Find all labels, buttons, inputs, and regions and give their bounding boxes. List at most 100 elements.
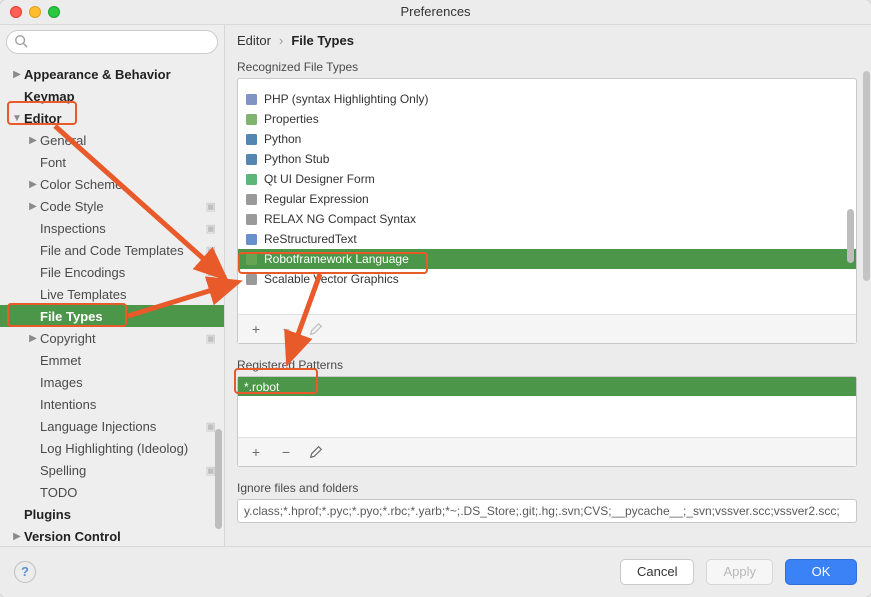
sidebar-item-file-types[interactable]: File Types bbox=[0, 305, 224, 327]
project-config-icon: ▣ bbox=[206, 464, 216, 477]
sidebar-item-images[interactable]: Images bbox=[0, 371, 224, 393]
sidebar-item-label: Editor bbox=[24, 111, 62, 126]
file-types-list[interactable]: PHP (syntax Highlighting Only) Properties… bbox=[238, 79, 856, 314]
file-type-label: Scalable Vector Graphics bbox=[264, 272, 399, 286]
sidebar-item-color-scheme[interactable]: ▶Color Scheme bbox=[0, 173, 224, 195]
file-type-icon bbox=[244, 92, 258, 106]
sidebar-item-intentions[interactable]: Intentions bbox=[0, 393, 224, 415]
remove-pattern-button[interactable]: − bbox=[278, 444, 294, 460]
ignore-label: Ignore files and folders bbox=[225, 467, 857, 499]
file-type-row[interactable]: PHP (syntax Highlighting Only) bbox=[238, 89, 856, 109]
edit-pattern-button[interactable] bbox=[308, 444, 324, 460]
sidebar-item-label: Code Style bbox=[40, 199, 104, 214]
sidebar-item-code-style[interactable]: ▶Code Style▣ bbox=[0, 195, 224, 217]
file-type-label: PHP (syntax Highlighting Only) bbox=[264, 92, 429, 106]
sidebar-item-plugins[interactable]: Plugins bbox=[0, 503, 224, 525]
file-type-row[interactable]: Python Stub bbox=[238, 149, 856, 169]
project-config-icon: ▣ bbox=[206, 420, 216, 433]
file-type-icon bbox=[244, 212, 258, 226]
file-type-label: RELAX NG Compact Syntax bbox=[264, 212, 416, 226]
sidebar-item-label: Emmet bbox=[40, 353, 81, 368]
breadcrumb-editor[interactable]: Editor bbox=[237, 33, 271, 48]
window-title: Preferences bbox=[400, 4, 470, 19]
sidebar-item-emmet[interactable]: Emmet bbox=[0, 349, 224, 371]
sidebar-item-label: Log Highlighting (Ideolog) bbox=[40, 441, 188, 456]
sidebar-item-spelling[interactable]: Spelling ▣ bbox=[0, 459, 224, 481]
add-pattern-button[interactable]: + bbox=[248, 444, 264, 460]
window-close-button[interactable] bbox=[10, 6, 22, 18]
sidebar-item-label: File Types bbox=[40, 309, 103, 324]
sidebar-item-inspections[interactable]: Inspections▣ bbox=[0, 217, 224, 239]
chevron-right-icon: ▶ bbox=[10, 69, 24, 80]
sidebar-item-label: File Encodings bbox=[40, 265, 125, 280]
ignore-input[interactable] bbox=[237, 499, 857, 523]
chevron-right-icon: ▶ bbox=[10, 531, 24, 542]
sidebar-item-general[interactable]: ▶General bbox=[0, 129, 224, 151]
sidebar-item-appearance-behavior[interactable]: ▶Appearance & Behavior bbox=[0, 63, 224, 85]
pattern-row[interactable]: *.robot bbox=[238, 377, 856, 396]
breadcrumb: Editor › File Types bbox=[225, 25, 857, 54]
sidebar-item-label: Version Control bbox=[24, 529, 121, 544]
sidebar-item-todo[interactable]: TODO bbox=[0, 481, 224, 503]
sidebar-item-copyright[interactable]: ▶Copyright▣ bbox=[0, 327, 224, 349]
sidebar-item-label: Plugins bbox=[24, 507, 71, 522]
window-zoom-button[interactable] bbox=[48, 6, 60, 18]
project-config-icon: ▣ bbox=[206, 222, 216, 235]
sidebar-item-label: Color Scheme bbox=[40, 177, 122, 192]
sidebar-item-language-injections[interactable]: Language Injections ▣ bbox=[0, 415, 224, 437]
search-box bbox=[6, 30, 218, 54]
sidebar-item-editor[interactable]: ▼Editor bbox=[0, 107, 224, 129]
file-type-label: ReStructuredText bbox=[264, 232, 357, 246]
sidebar-item-label: Spelling bbox=[40, 463, 86, 478]
chevron-right-icon: › bbox=[279, 33, 283, 48]
file-type-row[interactable]: Python bbox=[238, 129, 856, 149]
sidebar-item-live-templates[interactable]: Live Templates bbox=[0, 283, 224, 305]
sidebar-item-font[interactable]: Font bbox=[0, 151, 224, 173]
sidebar-item-keymap[interactable]: Keymap bbox=[0, 85, 224, 107]
help-button[interactable]: ? bbox=[14, 561, 36, 583]
file-type-label: Python Stub bbox=[264, 152, 329, 166]
file-type-icon bbox=[244, 112, 258, 126]
sidebar-item-log-highlighting-ideolog-[interactable]: Log Highlighting (Ideolog) bbox=[0, 437, 224, 459]
sidebar-item-label: Language Injections bbox=[40, 419, 156, 434]
file-type-icon bbox=[244, 252, 258, 266]
search-input[interactable] bbox=[6, 30, 218, 54]
file-type-icon bbox=[244, 272, 258, 286]
main-panel: Editor › File Types Recognized File Type… bbox=[225, 25, 871, 546]
main-scrollbar[interactable] bbox=[863, 71, 870, 281]
sidebar-item-label: Font bbox=[40, 155, 66, 170]
sidebar-item-file-encodings[interactable]: File Encodings ▣ bbox=[0, 261, 224, 283]
sidebar-item-label: Intentions bbox=[40, 397, 96, 412]
preferences-sidebar: ▶Appearance & BehaviorKeymap▼Editor▶Gene… bbox=[0, 25, 225, 546]
sidebar-item-label: TODO bbox=[40, 485, 77, 500]
add-file-type-button[interactable]: + bbox=[248, 321, 264, 337]
chevron-right-icon: ▶ bbox=[26, 135, 40, 146]
file-type-label: Regular Expression bbox=[264, 192, 369, 206]
file-types-scrollbar[interactable] bbox=[847, 209, 854, 263]
edit-file-type-button[interactable] bbox=[308, 321, 324, 337]
pencil-icon bbox=[309, 445, 323, 459]
titlebar: Preferences bbox=[0, 0, 871, 24]
file-type-row[interactable]: Scalable Vector Graphics bbox=[238, 269, 856, 289]
file-type-row[interactable]: Regular Expression bbox=[238, 189, 856, 209]
project-config-icon: ▣ bbox=[206, 266, 216, 279]
settings-tree[interactable]: ▶Appearance & BehaviorKeymap▼Editor▶Gene… bbox=[0, 59, 224, 546]
window-minimize-button[interactable] bbox=[29, 6, 41, 18]
file-type-row[interactable]: Properties bbox=[238, 109, 856, 129]
search-icon bbox=[14, 34, 28, 48]
cancel-button[interactable]: Cancel bbox=[620, 559, 694, 585]
breadcrumb-file-types: File Types bbox=[291, 33, 354, 48]
file-type-icon bbox=[244, 232, 258, 246]
patterns-toolbar: + − bbox=[238, 437, 856, 466]
file-type-row[interactable]: ReStructuredText bbox=[238, 229, 856, 249]
remove-file-type-button[interactable]: − bbox=[278, 321, 294, 337]
sidebar-item-file-and-code-templates[interactable]: File and Code Templates▣ bbox=[0, 239, 224, 261]
project-config-icon: ▣ bbox=[206, 332, 216, 345]
file-type-row[interactable]: RELAX NG Compact Syntax bbox=[238, 209, 856, 229]
ok-button[interactable]: OK bbox=[785, 559, 857, 585]
file-type-row[interactable]: Robotframework Language bbox=[238, 249, 856, 269]
patterns-list[interactable]: *.robot bbox=[238, 377, 856, 437]
sidebar-item-version-control[interactable]: ▶Version Control bbox=[0, 525, 224, 546]
patterns-label: Registered Patterns bbox=[225, 344, 857, 376]
file-type-row[interactable]: Qt UI Designer Form bbox=[238, 169, 856, 189]
